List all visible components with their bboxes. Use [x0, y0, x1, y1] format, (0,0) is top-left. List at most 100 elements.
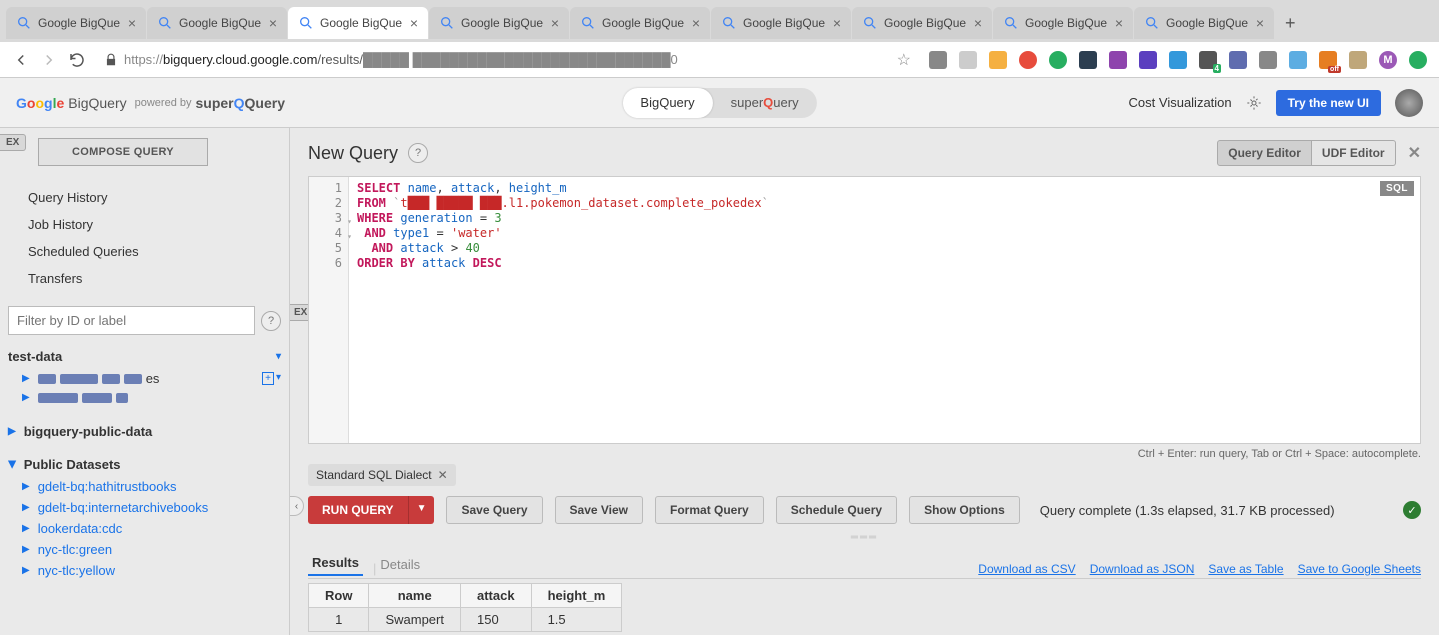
- ext-icon[interactable]: [1229, 51, 1247, 69]
- ext-icon[interactable]: [1349, 51, 1367, 69]
- gear-icon[interactable]: [1246, 95, 1262, 111]
- url-bar[interactable]: https://bigquery.cloud.google.com/result…: [96, 50, 919, 70]
- ext-icon[interactable]: [1139, 51, 1157, 69]
- profile-avatar-icon[interactable]: M: [1379, 51, 1397, 69]
- sql-editor[interactable]: 123▾4▾56 SELECT name, attack, height_m F…: [308, 176, 1421, 444]
- sql-code[interactable]: SELECT name, attack, height_m FROM `t███…: [349, 177, 1420, 443]
- try-new-ui-button[interactable]: Try the new UI: [1276, 90, 1381, 116]
- ext-icon[interactable]: [989, 51, 1007, 69]
- collapse-icon[interactable]: ▶: [6, 461, 17, 469]
- drag-handle-icon[interactable]: ═══: [308, 532, 1421, 543]
- help-icon[interactable]: ?: [408, 143, 428, 163]
- public-dataset-row[interactable]: ▶nyc-tlc:green: [8, 539, 281, 560]
- expand-icon[interactable]: ▶: [22, 392, 30, 403]
- save-as-table-link[interactable]: Save as Table: [1208, 562, 1283, 576]
- results-tab[interactable]: Results: [308, 551, 363, 576]
- download-json-link[interactable]: Download as JSON: [1090, 562, 1195, 576]
- ext-icon[interactable]: [1289, 51, 1307, 69]
- project-test-data[interactable]: test-data▾: [8, 345, 281, 368]
- save-to-sheets-link[interactable]: Save to Google Sheets: [1298, 562, 1421, 576]
- cost-visualization-link[interactable]: Cost Visualization: [1129, 95, 1232, 110]
- browser-tab[interactable]: Google BigQue×: [288, 7, 428, 39]
- close-icon[interactable]: ×: [1256, 15, 1264, 31]
- run-query-button[interactable]: RUN QUERY: [308, 496, 408, 524]
- browser-tab[interactable]: Google BigQue×: [429, 7, 569, 39]
- chevron-down-icon[interactable]: ▾: [276, 351, 281, 362]
- star-icon[interactable]: ☆: [897, 50, 911, 70]
- query-editor-tab[interactable]: Query Editor: [1217, 140, 1312, 166]
- browser-tab[interactable]: Google BigQue×: [993, 7, 1133, 39]
- format-query-button[interactable]: Format Query: [655, 496, 764, 524]
- browser-tab[interactable]: Google BigQue ×: [6, 7, 146, 39]
- ext-icon[interactable]: [929, 51, 947, 69]
- expand-icon[interactable]: ▶: [22, 502, 30, 513]
- expand-icon[interactable]: ▶: [22, 544, 30, 555]
- public-dataset-row[interactable]: ▶nyc-tlc:yellow: [8, 560, 281, 581]
- expand-icon[interactable]: ▶: [22, 481, 30, 492]
- expand-icon[interactable]: ▶: [22, 523, 30, 534]
- dataset-row[interactable]: ▶ es +▾: [8, 368, 281, 389]
- collapse-sidebar-handle[interactable]: ‹: [290, 496, 304, 516]
- download-csv-link[interactable]: Download as CSV: [978, 562, 1075, 576]
- public-dataset-row[interactable]: ▶lookerdata:cdc: [8, 518, 281, 539]
- udf-editor-tab[interactable]: UDF Editor: [1312, 140, 1396, 166]
- user-avatar[interactable]: [1395, 89, 1423, 117]
- browser-tab[interactable]: Google BigQue×: [852, 7, 992, 39]
- ext-icon[interactable]: [1079, 51, 1097, 69]
- ext-icon[interactable]: [1169, 51, 1187, 69]
- expand-icon[interactable]: ▶: [22, 373, 30, 384]
- ext-icon[interactable]: off: [1319, 51, 1337, 69]
- close-icon[interactable]: ×: [269, 15, 277, 31]
- compose-query-button[interactable]: COMPOSE QUERY: [38, 138, 208, 166]
- run-query-dropdown[interactable]: ▼: [408, 496, 435, 524]
- chip-close-icon[interactable]: ✕: [438, 468, 448, 482]
- expand-icon[interactable]: ▶: [8, 426, 16, 437]
- ext-icon[interactable]: [1019, 51, 1037, 69]
- ext-icon[interactable]: [1049, 51, 1067, 69]
- sidebar-link-scheduled-queries[interactable]: Scheduled Queries: [28, 238, 281, 265]
- ext-icon[interactable]: [959, 51, 977, 69]
- project-bigquery-public-data[interactable]: ▶bigquery-public-data: [8, 420, 281, 443]
- browser-tab[interactable]: Google BigQue×: [570, 7, 710, 39]
- browser-tab[interactable]: Google BigQue×: [1134, 7, 1274, 39]
- close-icon[interactable]: ✕: [1408, 143, 1421, 163]
- add-icon[interactable]: +: [262, 372, 274, 385]
- tab-title: Google BigQue: [38, 16, 122, 30]
- ext-icon[interactable]: 4: [1199, 51, 1217, 69]
- show-options-button[interactable]: Show Options: [909, 496, 1020, 524]
- browser-tab[interactable]: Google BigQue×: [147, 7, 287, 39]
- toggle-bigquery[interactable]: BigQuery: [622, 88, 712, 118]
- close-icon[interactable]: ×: [128, 15, 136, 31]
- close-icon[interactable]: ×: [551, 15, 559, 31]
- close-icon[interactable]: ×: [410, 15, 418, 31]
- chevron-down-icon[interactable]: ▾: [276, 372, 281, 385]
- details-tab[interactable]: Details: [376, 553, 424, 576]
- sidebar-link-transfers[interactable]: Transfers: [28, 265, 281, 292]
- project-public-datasets[interactable]: ▶Public Datasets: [8, 453, 281, 476]
- filter-input[interactable]: [8, 306, 255, 335]
- reload-icon[interactable]: [68, 51, 86, 69]
- public-dataset-row[interactable]: ▶gdelt-bq:internetarchivebooks: [8, 497, 281, 518]
- ext-icon[interactable]: [1259, 51, 1277, 69]
- ext-icon[interactable]: [1109, 51, 1127, 69]
- sidebar-link-job-history[interactable]: Job History: [28, 211, 281, 238]
- forward-icon[interactable]: [40, 51, 58, 69]
- logo[interactable]: Google BigQuery powered by superQQuery: [16, 95, 285, 111]
- close-icon[interactable]: ×: [974, 15, 982, 31]
- sidebar-link-query-history[interactable]: Query History: [28, 184, 281, 211]
- save-query-button[interactable]: Save Query: [446, 496, 542, 524]
- toggle-superquery[interactable]: superQuery: [713, 88, 817, 118]
- ext-icon[interactable]: [1409, 51, 1427, 69]
- expand-icon[interactable]: ▶: [22, 565, 30, 576]
- new-tab-button[interactable]: +: [1275, 9, 1306, 38]
- public-dataset-row[interactable]: ▶gdelt-bq:hathitrustbooks: [8, 476, 281, 497]
- back-icon[interactable]: [12, 51, 30, 69]
- schedule-query-button[interactable]: Schedule Query: [776, 496, 897, 524]
- help-icon[interactable]: ?: [261, 311, 281, 331]
- save-view-button[interactable]: Save View: [555, 496, 644, 524]
- close-icon[interactable]: ×: [833, 15, 841, 31]
- browser-tab[interactable]: Google BigQue×: [711, 7, 851, 39]
- close-icon[interactable]: ×: [692, 15, 700, 31]
- dataset-row[interactable]: ▶: [8, 389, 281, 406]
- close-icon[interactable]: ×: [1115, 15, 1123, 31]
